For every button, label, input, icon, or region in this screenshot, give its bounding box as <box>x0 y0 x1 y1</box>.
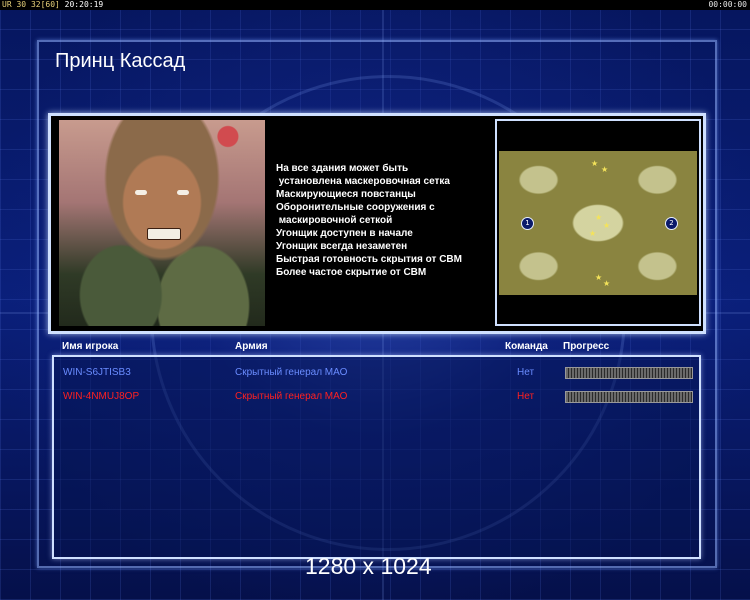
player-team: Нет <box>517 367 535 378</box>
star-icon: ★ <box>595 213 603 222</box>
column-header-team: Команда <box>505 341 548 352</box>
star-icon: ★ <box>603 221 611 230</box>
loading-progress-bar <box>565 391 693 403</box>
feature-line: Оборонительные сооружения с <box>276 202 435 213</box>
star-icon: ★ <box>601 165 609 174</box>
hud-value-2: 32 <box>30 0 41 9</box>
start-position-marker-2[interactable]: 2 <box>665 217 678 230</box>
hud-tag: UR <box>2 0 12 9</box>
general-features-list: На все здания может быть установлена мас… <box>276 162 516 279</box>
player-army: Скрытный генерал МАО <box>235 391 348 402</box>
players-table: WIN-S6JTISB3 Скрытный генерал МАО Нет WI… <box>52 355 701 559</box>
portrait-eye-left <box>135 190 147 195</box>
feature-line: Маскирующиеся повстанцы <box>276 189 416 200</box>
star-icon: ★ <box>589 229 597 238</box>
resolution-label: 1280 x 1024 <box>305 553 432 579</box>
feature-line: Быстрая готовность скрытия от СВМ <box>276 254 462 265</box>
hud-value-1: 30 <box>16 0 27 9</box>
star-icon: ★ <box>591 159 599 168</box>
portrait-mouth <box>147 228 181 240</box>
feature-line: Более частое скрытие от СВМ <box>276 267 427 278</box>
star-icon: ★ <box>603 279 611 288</box>
hud-value-3: [60] <box>40 0 60 9</box>
start-position-marker-1[interactable]: 1 <box>521 217 534 230</box>
feature-line: маскировочной сеткой <box>276 215 393 226</box>
feature-line: установлена маскеровочная сетка <box>276 176 450 187</box>
hud-timer: 00:00:00 <box>708 0 747 9</box>
column-header-progress: Прогресс <box>563 341 610 352</box>
player-name: WIN-4NMUJ8OP <box>63 391 140 402</box>
loading-progress-bar <box>565 367 693 379</box>
feature-line: Угонщик доступен в начале <box>276 228 413 239</box>
feature-line: Угонщик всегда незаметен <box>276 241 408 252</box>
player-name: WIN-S6JTISB3 <box>63 367 131 378</box>
map-terrain: ★ ★ ★ ★ ★ ★ ★ 1 2 <box>499 151 697 295</box>
star-icon: ★ <box>595 273 603 282</box>
player-army: Скрытный генерал МАО <box>235 367 348 378</box>
portrait-eye-right <box>177 190 189 195</box>
hud-bar: UR 30 32[60] 20:20:19 00:00:00 <box>0 0 750 10</box>
feature-line: На все здания может быть <box>276 163 409 174</box>
general-info-panel: На все здания может быть установлена мас… <box>48 113 706 334</box>
column-header-player: Имя игрока <box>62 341 119 352</box>
map-preview[interactable]: ★ ★ ★ ★ ★ ★ ★ 1 2 <box>495 119 701 326</box>
hud-stats: UR 30 32[60] 20:20:19 <box>2 0 103 10</box>
player-team: Нет <box>517 391 535 402</box>
column-header-army: Армия <box>235 341 268 352</box>
page-title: Принц Кассад <box>55 50 186 72</box>
general-portrait <box>59 120 265 326</box>
hud-clock: 20:20:19 <box>64 0 104 9</box>
